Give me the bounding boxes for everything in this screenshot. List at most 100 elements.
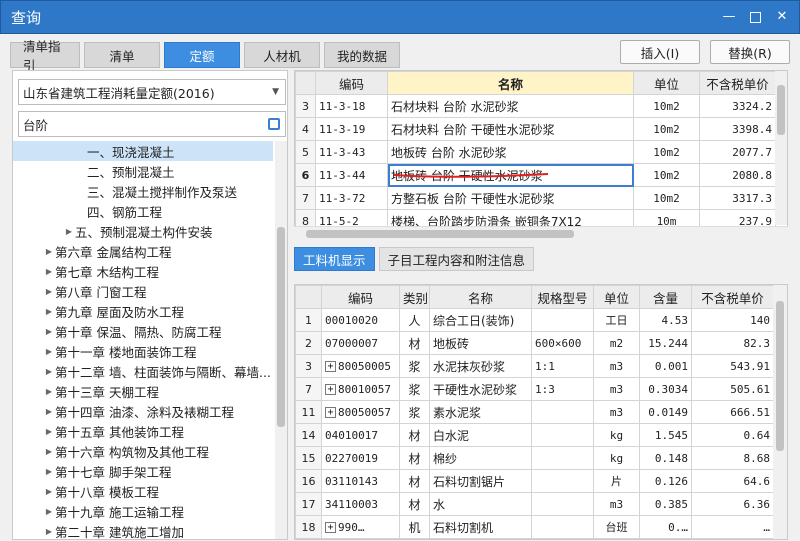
chevron-down-icon[interactable]: ▼: [272, 87, 279, 97]
expand-arrow-icon[interactable]: ▶: [43, 367, 55, 376]
tab-labor-material-machine[interactable]: 人材机: [244, 42, 320, 68]
resource-row[interactable]: 18 +990… 机石料切割机 台班 0.……: [295, 515, 774, 539]
tab-list-guide[interactable]: 清单指引: [10, 39, 80, 73]
resource-row[interactable]: 14 04010017 材白水泥 kg 1.545 0.64: [295, 423, 774, 447]
tree-scrollbar[interactable]: [275, 141, 287, 539]
resource-row[interactable]: 1 00010020 人综合工日(装饰) 工日 4.53 140: [295, 308, 774, 332]
column-header-name[interactable]: 名称: [429, 285, 532, 309]
maximize-icon[interactable]: [750, 12, 761, 23]
column-header-category[interactable]: 类别: [399, 285, 430, 309]
tree-node[interactable]: ▶ 第十五章 其他装饰工程: [13, 421, 273, 441]
expand-plus-icon[interactable]: +: [325, 361, 336, 372]
expand-arrow-icon[interactable]: ▶: [43, 407, 55, 416]
expand-arrow-icon[interactable]: ▶: [43, 447, 55, 456]
column-header-price[interactable]: 不含税单价: [699, 71, 776, 95]
resource-quantity: 1.545: [639, 423, 692, 447]
tree-node[interactable]: ▶ 第十八章 模板工程: [13, 481, 273, 501]
expand-arrow-icon[interactable]: ▶: [43, 267, 55, 276]
tree-node[interactable]: 四、钢筋工程: [13, 201, 273, 221]
column-header-spec[interactable]: 规格型号: [531, 285, 594, 309]
resource-row[interactable]: 11 +80050057 浆素水泥浆 m3 0.0149 666.51: [295, 400, 774, 424]
resource-row[interactable]: 15 02270019 材棉纱 kg 0.148 8.68: [295, 446, 774, 470]
expand-arrow-icon[interactable]: ▶: [43, 487, 55, 496]
resource-row[interactable]: 3 +80050005 浆水泥抹灰砂浆 1:1 m3 0.001 543.91: [295, 354, 774, 378]
expand-arrow-icon[interactable]: ▶: [43, 247, 55, 256]
column-header-code[interactable]: 编码: [321, 285, 400, 309]
quota-code: 11-3-44: [315, 163, 388, 187]
resource-row[interactable]: 2 07000007 材地板砖 600×600 m2 15.244 82.3: [295, 331, 774, 355]
column-header-quantity[interactable]: 含量: [639, 285, 692, 309]
column-header-unit[interactable]: 单位: [633, 71, 700, 95]
filter-icon[interactable]: [268, 118, 280, 130]
tab-work-content-notes[interactable]: 子目工程内容和附注信息: [378, 247, 535, 271]
quota-grid-hscrollbar-thumb[interactable]: [306, 230, 574, 238]
resource-grid-scrollbar[interactable]: [773, 285, 787, 539]
expand-arrow-icon[interactable]: ▶: [43, 327, 55, 336]
quota-grid-scrollbar[interactable]: [775, 71, 787, 225]
quota-row[interactable]: 4 11-3-19 石材块料 台阶 干硬性水泥砂浆 10m2 3398.4: [295, 117, 776, 141]
tree-node[interactable]: ▶ 第十章 保温、隔热、防腐工程: [13, 321, 273, 341]
quota-name[interactable]: 地板砖 台阶 水泥砂浆: [387, 140, 634, 164]
column-header-code[interactable]: 编码: [315, 71, 388, 95]
expand-plus-icon[interactable]: +: [325, 384, 336, 395]
quota-grid-scrollbar-thumb[interactable]: [777, 85, 785, 135]
tree-node[interactable]: ▶ 第十七章 脚手架工程: [13, 461, 273, 481]
expand-arrow-icon[interactable]: ▶: [43, 527, 55, 536]
insert-button[interactable]: 插入(I): [620, 40, 700, 64]
tree-node[interactable]: ▶ 第八章 门窗工程: [13, 281, 273, 301]
tree-node[interactable]: ▶ 第十九章 施工运输工程: [13, 501, 273, 521]
tree-node[interactable]: ▶ 第十三章 天棚工程: [13, 381, 273, 401]
quota-row[interactable]: 7 11-3-72 方整石板 台阶 干硬性水泥砂浆 10m2 3317.3: [295, 186, 776, 210]
minimize-icon[interactable]: —: [722, 10, 736, 24]
expand-arrow-icon[interactable]: ▶: [43, 507, 55, 516]
tree-node[interactable]: 一、现浇混凝土: [13, 141, 273, 161]
expand-arrow-icon[interactable]: ▶: [43, 287, 55, 296]
column-header-index: [295, 285, 322, 309]
expand-arrow-icon[interactable]: ▶: [43, 307, 55, 316]
tree-node[interactable]: ▶ 第十六章 构筑物及其他工程: [13, 441, 273, 461]
resource-row[interactable]: 16 03110143 材石料切割锯片 片 0.126 64.6: [295, 469, 774, 493]
tab-bill[interactable]: 清单: [84, 42, 160, 68]
quota-name[interactable]: 石材块料 台阶 干硬性水泥砂浆: [387, 117, 634, 141]
quota-name[interactable]: 方整石板 台阶 干硬性水泥砂浆: [387, 186, 634, 210]
tree-node[interactable]: ▶ 第十四章 油漆、涂料及裱糊工程: [13, 401, 273, 421]
tree-node[interactable]: 二、预制混凝土: [13, 161, 273, 181]
expand-arrow-icon[interactable]: ▶: [43, 347, 55, 356]
replace-button[interactable]: 替换(R): [710, 40, 790, 64]
close-icon[interactable]: ✕: [775, 10, 789, 24]
tree-node[interactable]: ▶ 第二十章 建筑施工增加: [13, 521, 273, 541]
resource-name: 水泥抹灰砂浆: [429, 354, 532, 378]
expand-arrow-icon[interactable]: ▶: [43, 427, 55, 436]
resource-row[interactable]: 17 34110003 材水 m3 0.385 6.36: [295, 492, 774, 516]
tree-node[interactable]: ▶ 第九章 屋面及防水工程: [13, 301, 273, 321]
tree-node[interactable]: 三、混凝土搅拌制作及泵送: [13, 181, 273, 201]
quota-row[interactable]: 3 11-3-18 石材块料 台阶 水泥砂浆 10m2 3324.2: [295, 94, 776, 118]
column-header-price[interactable]: 不含税单价: [691, 285, 774, 309]
quota-grid-hscrollbar[interactable]: [294, 226, 788, 240]
column-header-unit[interactable]: 单位: [593, 285, 640, 309]
tree-node[interactable]: ▶ 第十一章 楼地面装饰工程: [13, 341, 273, 361]
tab-my-data[interactable]: 我的数据: [324, 42, 400, 68]
tree-scrollbar-thumb[interactable]: [277, 227, 285, 427]
search-input[interactable]: 台阶: [18, 111, 286, 137]
expand-arrow-icon[interactable]: ▶: [43, 467, 55, 476]
expand-plus-icon[interactable]: +: [325, 407, 336, 418]
tree-node[interactable]: ▶ 第七章 木结构工程: [13, 261, 273, 281]
tree-node[interactable]: ▶ 第十二章 墙、柱面装饰与隔断、幕墙...: [13, 361, 273, 381]
column-header-name[interactable]: 名称: [387, 71, 634, 95]
resource-grid-scrollbar-thumb[interactable]: [776, 301, 784, 451]
resource-row[interactable]: 7 +80010057 浆干硬性水泥砂浆 1:3 m3 0.3034 505.61: [295, 377, 774, 401]
tab-quota[interactable]: 定额: [164, 42, 240, 68]
tree-node[interactable]: ▶ 五、预制混凝土构件安装: [13, 221, 273, 241]
resource-code-cell: +80050057: [321, 400, 400, 424]
resource-code: 80050057: [338, 405, 391, 419]
expand-plus-icon[interactable]: +: [325, 522, 336, 533]
tab-resource-display[interactable]: 工料机显示: [294, 247, 375, 271]
quota-code: 11-3-18: [315, 94, 388, 118]
expand-arrow-icon[interactable]: ▶: [43, 387, 55, 396]
expand-arrow-icon[interactable]: ▶: [63, 227, 75, 236]
quota-library-select[interactable]: 山东省建筑工程消耗量定额(2016) ▼: [18, 79, 286, 105]
quota-row[interactable]: 5 11-3-43 地板砖 台阶 水泥砂浆 10m2 2077.7: [295, 140, 776, 164]
tree-node[interactable]: ▶ 第六章 金属结构工程: [13, 241, 273, 261]
quota-name[interactable]: 石材块料 台阶 水泥砂浆: [387, 94, 634, 118]
